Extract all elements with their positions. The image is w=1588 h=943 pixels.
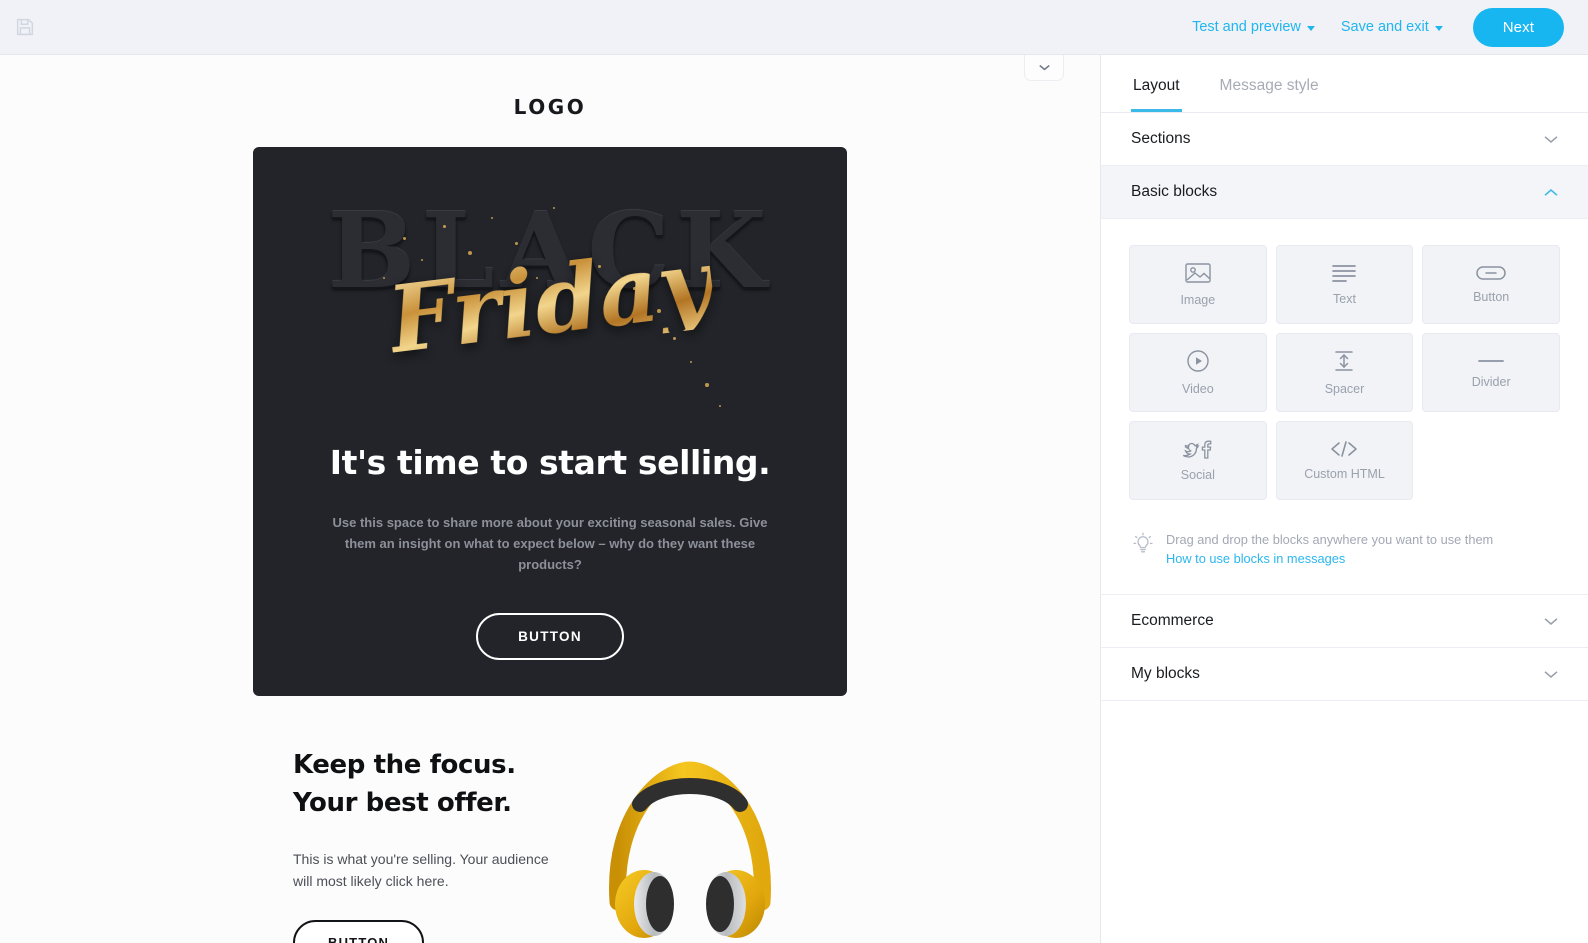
email-canvas: LOGO BLACK Friday It's time to start sel… xyxy=(0,55,1100,943)
block-spacer-label: Spacer xyxy=(1324,382,1365,396)
chevron-down-icon xyxy=(1434,25,1443,31)
chevron-up-icon xyxy=(1544,188,1558,196)
accordion-sections-title: Sections xyxy=(1131,130,1191,147)
content-cta-button[interactable]: BUTTON xyxy=(293,920,425,943)
panel-tabs: Layout Message style xyxy=(1101,55,1588,113)
block-text-label: Text xyxy=(1333,292,1356,306)
block-video[interactable]: Video xyxy=(1129,333,1267,412)
accordion-ecommerce-title: Ecommerce xyxy=(1131,612,1214,629)
content-heading-line1[interactable]: Keep the focus. xyxy=(293,746,553,784)
blocks-hint-text-wrap: Drag and drop the blocks anywhere you wa… xyxy=(1166,530,1493,568)
accordion-sections[interactable]: Sections xyxy=(1101,113,1588,166)
content-paragraph[interactable]: This is what you're selling. Your audien… xyxy=(293,848,553,892)
code-brackets-icon xyxy=(1331,441,1358,457)
top-toolbar: Test and preview Save and exit Next xyxy=(0,0,1588,55)
right-panel: Layout Message style Sections Basic bloc… xyxy=(1100,55,1588,943)
hero-cta-button[interactable]: BUTTON xyxy=(476,613,624,660)
workspace: LOGO BLACK Friday It's time to start sel… xyxy=(0,55,1588,943)
accordion-ecommerce[interactable]: Ecommerce xyxy=(1101,595,1588,648)
block-image-label: Image xyxy=(1180,293,1216,307)
blocks-hint: Drag and drop the blocks anywhere you wa… xyxy=(1129,500,1560,594)
hero-button-row: BUTTON xyxy=(253,613,847,660)
social-twitter-facebook-icon xyxy=(1182,440,1212,459)
lightbulb-icon xyxy=(1133,532,1153,553)
block-divider[interactable]: Divider xyxy=(1422,333,1560,412)
canvas-collapse-button[interactable] xyxy=(1024,55,1064,81)
basic-blocks-body: Image Text Button Video Spacer Divider S… xyxy=(1101,219,1588,594)
block-custom-html-label: Custom HTML xyxy=(1304,467,1385,481)
email-builder-app: Test and preview Save and exit Next LOGO xyxy=(0,0,1588,943)
block-text[interactable]: Text xyxy=(1275,245,1414,324)
email-logo[interactable]: LOGO xyxy=(253,75,847,147)
headphones-image[interactable] xyxy=(602,752,778,943)
chevron-down-icon xyxy=(1544,135,1558,143)
blocks-hint-text: Drag and drop the blocks anywhere you wa… xyxy=(1166,532,1494,547)
tab-layout[interactable]: Layout xyxy=(1131,55,1182,112)
test-and-preview-dropdown[interactable]: Test and preview xyxy=(1192,19,1315,35)
next-button[interactable]: Next xyxy=(1472,7,1564,47)
chevron-down-icon xyxy=(1306,25,1315,31)
black-friday-artwork: BLACK Friday xyxy=(253,147,847,437)
blocks-hint-link[interactable]: How to use blocks in messages xyxy=(1166,549,1345,568)
content-heading-line2[interactable]: Your best offer. xyxy=(293,784,553,822)
hero-paragraph[interactable]: Use this space to share more about your … xyxy=(320,512,780,575)
tab-message-style[interactable]: Message style xyxy=(1218,55,1321,112)
accordion-my-blocks[interactable]: My blocks xyxy=(1101,648,1588,701)
accordion-basic-blocks[interactable]: Basic blocks xyxy=(1101,166,1588,219)
block-button-label: Button xyxy=(1473,290,1510,304)
image-icon xyxy=(1185,263,1211,283)
block-social[interactable]: Social xyxy=(1129,421,1267,500)
toolbar-actions: Test and preview Save and exit Next xyxy=(1192,7,1564,47)
chevron-down-icon xyxy=(1544,617,1558,625)
chevron-down-icon xyxy=(1544,670,1558,678)
block-image[interactable]: Image xyxy=(1129,245,1267,324)
save-and-exit-label: Save and exit xyxy=(1340,19,1429,35)
block-divider-label: Divider xyxy=(1471,375,1511,389)
video-play-icon xyxy=(1187,350,1209,372)
divider-line-icon xyxy=(1478,360,1505,362)
content-text-column: Keep the focus. Your best offer. This is… xyxy=(293,742,553,943)
block-spacer[interactable]: Spacer xyxy=(1275,333,1414,412)
button-pill-icon xyxy=(1476,266,1506,280)
content-block[interactable]: Keep the focus. Your best offer. This is… xyxy=(253,696,847,943)
chevron-down-icon xyxy=(1038,64,1050,71)
block-custom-html[interactable]: Custom HTML xyxy=(1275,421,1414,500)
accordion-basic-blocks-title: Basic blocks xyxy=(1131,183,1218,200)
artwork-sparkles xyxy=(253,147,847,437)
block-social-label: Social xyxy=(1180,468,1215,482)
test-and-preview-label: Test and preview xyxy=(1192,19,1301,35)
text-lines-icon xyxy=(1332,265,1357,282)
block-button[interactable]: Button xyxy=(1422,245,1560,324)
spacer-arrows-icon xyxy=(1335,351,1354,371)
content-image-column xyxy=(573,742,807,943)
hero-block[interactable]: BLACK Friday It's time to start selling.… xyxy=(253,147,847,696)
save-floppy-icon[interactable] xyxy=(14,16,36,38)
accordion-my-blocks-title: My blocks xyxy=(1131,665,1200,682)
email-document: LOGO BLACK Friday It's time to start sel… xyxy=(253,55,847,943)
block-video-label: Video xyxy=(1181,382,1214,396)
hero-heading[interactable]: It's time to start selling. xyxy=(253,443,847,482)
basic-blocks-grid: Image Text Button Video Spacer Divider S… xyxy=(1129,245,1560,500)
save-and-exit-dropdown[interactable]: Save and exit xyxy=(1341,19,1443,35)
